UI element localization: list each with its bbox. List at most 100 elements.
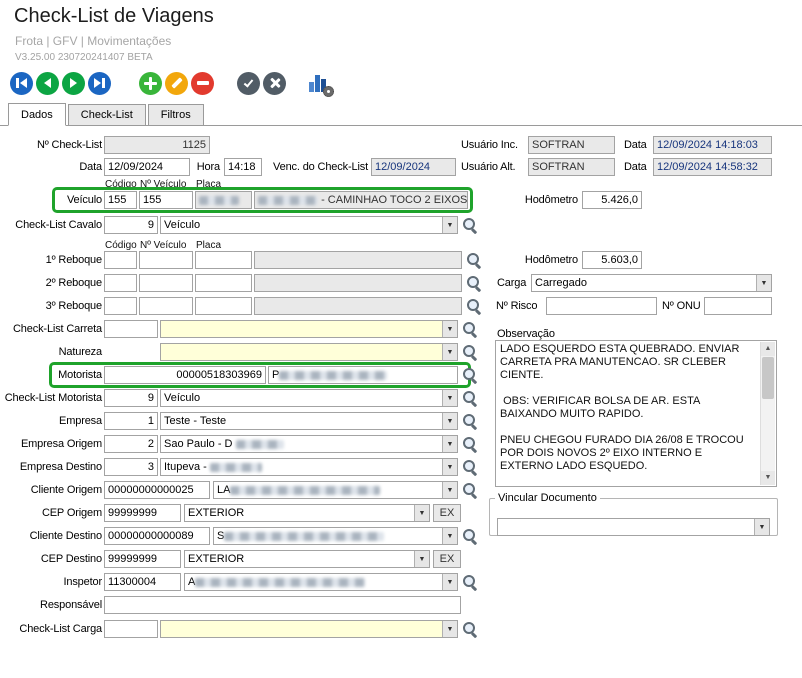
cliente-destino-codigo-field[interactable]: 00000000000089 (104, 527, 210, 545)
checklist-motorista-select[interactable]: Veículo▼ (160, 389, 458, 407)
last-record-button[interactable] (88, 72, 111, 95)
edit-button[interactable] (165, 72, 188, 95)
cep-destino-codigo-field[interactable]: 99999999 (104, 550, 181, 568)
cliente-destino-select[interactable]: S▼ (213, 527, 458, 545)
search-icon[interactable] (462, 436, 479, 453)
next-record-button[interactable] (62, 72, 85, 95)
checklist-carga-select[interactable]: ▼ (160, 620, 458, 638)
scroll-down-icon[interactable]: ▼ (761, 471, 775, 485)
cep-origem-select[interactable]: EXTERIOR▼ (184, 504, 430, 522)
checklist-carreta-codigo-field[interactable] (104, 320, 158, 338)
checklist-carga-codigo-field[interactable] (104, 620, 158, 638)
empresa-codigo-field[interactable]: 1 (104, 412, 158, 430)
search-icon[interactable] (466, 275, 483, 292)
natureza-select[interactable]: ▼ (160, 343, 458, 361)
observacao-scrollbar[interactable]: ▲ ▼ (760, 342, 775, 485)
chevron-down-icon[interactable]: ▼ (442, 482, 457, 498)
hodometro-reboque-field[interactable]: 5.603,0 (582, 251, 642, 269)
search-icon[interactable] (462, 367, 479, 384)
report-chart-button[interactable] (307, 71, 332, 95)
add-button[interactable] (139, 72, 162, 95)
search-icon[interactable] (462, 217, 479, 234)
chevron-down-icon[interactable]: ▼ (754, 519, 769, 535)
reboque2-placa-field[interactable] (195, 274, 252, 292)
chevron-down-icon[interactable]: ▼ (442, 574, 457, 590)
chevron-down-icon[interactable]: ▼ (442, 217, 457, 233)
chevron-down-icon[interactable]: ▼ (442, 436, 457, 452)
cliente-origem-codigo-field[interactable]: 00000000000025 (104, 481, 210, 499)
search-icon[interactable] (462, 528, 479, 545)
veiculo-descricao-field: - CAMINHAO TOCO 2 EIXOS (254, 191, 468, 209)
chevron-down-icon[interactable]: ▼ (756, 275, 771, 291)
n-onu-field[interactable] (704, 297, 772, 315)
reboque1-placa-field[interactable] (195, 251, 252, 269)
chevron-down-icon[interactable]: ▼ (442, 390, 457, 406)
carga-select[interactable]: Carregado▼ (531, 274, 772, 292)
search-icon[interactable] (462, 574, 479, 591)
delete-button[interactable] (191, 72, 214, 95)
observacao-textarea[interactable]: LADO ESQUERDO ESTA QUEBRADO. ENVIAR CARR… (495, 340, 777, 487)
empresa-origem-select[interactable]: Sao Paulo - D ▼ (160, 435, 458, 453)
search-icon[interactable] (462, 482, 479, 499)
hora-field[interactable]: 14:18 (224, 158, 262, 176)
cep-origem-codigo-field[interactable]: 99999999 (104, 504, 181, 522)
cancel-button[interactable] (263, 72, 286, 95)
scroll-up-icon[interactable]: ▲ (761, 342, 775, 356)
venc-field: 12/09/2024 (371, 158, 456, 176)
empresa-destino-select[interactable]: Itupeva - ▼ (160, 458, 458, 476)
cep-destino-select[interactable]: EXTERIOR▼ (184, 550, 430, 568)
reboque2-numero-field[interactable] (139, 274, 193, 292)
reboque2-codigo-field[interactable] (104, 274, 137, 292)
checklist-cavalo-select[interactable]: Veículo▼ (160, 216, 458, 234)
search-icon[interactable] (466, 252, 483, 269)
cliente-origem-select[interactable]: LA▼ (213, 481, 458, 499)
empresa-select[interactable]: Teste - Teste▼ (160, 412, 458, 430)
chevron-down-icon[interactable]: ▼ (414, 551, 429, 567)
reboque3-numero-field[interactable] (139, 297, 193, 315)
hodometro-veiculo-field[interactable]: 5.426,0 (582, 191, 642, 209)
chevron-down-icon[interactable]: ▼ (442, 413, 457, 429)
tab-filtros[interactable]: Filtros (148, 104, 204, 125)
chevron-down-icon[interactable]: ▼ (442, 621, 457, 637)
search-icon[interactable] (466, 298, 483, 315)
chevron-down-icon[interactable]: ▼ (442, 344, 457, 360)
n-risco-field[interactable] (546, 297, 657, 315)
previous-record-button[interactable] (36, 72, 59, 95)
inspetor-select[interactable]: A▼ (184, 573, 458, 591)
empresa-destino-codigo-field[interactable]: 3 (104, 458, 158, 476)
chevron-down-icon[interactable]: ▼ (442, 528, 457, 544)
checklist-cavalo-codigo-field[interactable]: 9 (104, 216, 158, 234)
confirm-button[interactable] (237, 72, 260, 95)
search-icon[interactable] (462, 390, 479, 407)
responsavel-field[interactable] (104, 596, 461, 614)
empresa-origem-codigo-field[interactable]: 2 (104, 435, 158, 453)
tab-checklist[interactable]: Check-List (68, 104, 146, 125)
reboque1-codigo-field[interactable] (104, 251, 137, 269)
search-icon[interactable] (462, 344, 479, 361)
search-icon[interactable] (462, 321, 479, 338)
inspetor-codigo-field[interactable]: 11300004 (104, 573, 181, 591)
veiculo-numero-field[interactable]: 155 (139, 191, 193, 209)
reboque3-codigo-field[interactable] (104, 297, 137, 315)
scrollbar-thumb[interactable] (762, 357, 774, 399)
search-icon[interactable] (462, 621, 479, 638)
checklist-carreta-select[interactable]: ▼ (160, 320, 458, 338)
checklist-viagens-window: Check-List de Viagens Frota | GFV | Movi… (0, 0, 802, 678)
chevron-down-icon[interactable]: ▼ (414, 505, 429, 521)
checklist-motorista-codigo-field[interactable]: 9 (104, 389, 158, 407)
vincular-documento-select[interactable]: ▼ (497, 518, 770, 536)
search-icon[interactable] (462, 413, 479, 430)
checklist-motorista-label: Check-List Motorista (0, 389, 102, 407)
reboque1-numero-field[interactable] (139, 251, 193, 269)
motorista-codigo-field[interactable]: 00000518303969 (104, 366, 266, 384)
chevron-down-icon[interactable]: ▼ (442, 459, 457, 475)
tab-dados[interactable]: Dados (8, 103, 66, 126)
plus-icon (144, 77, 157, 90)
chevron-down-icon[interactable]: ▼ (442, 321, 457, 337)
first-record-button[interactable] (10, 72, 33, 95)
reboque3-placa-field[interactable] (195, 297, 252, 315)
motorista-nome-field[interactable]: P (268, 366, 458, 384)
search-icon[interactable] (462, 459, 479, 476)
veiculo-codigo-field[interactable]: 155 (104, 191, 137, 209)
data-field[interactable]: 12/09/2024 (104, 158, 190, 176)
